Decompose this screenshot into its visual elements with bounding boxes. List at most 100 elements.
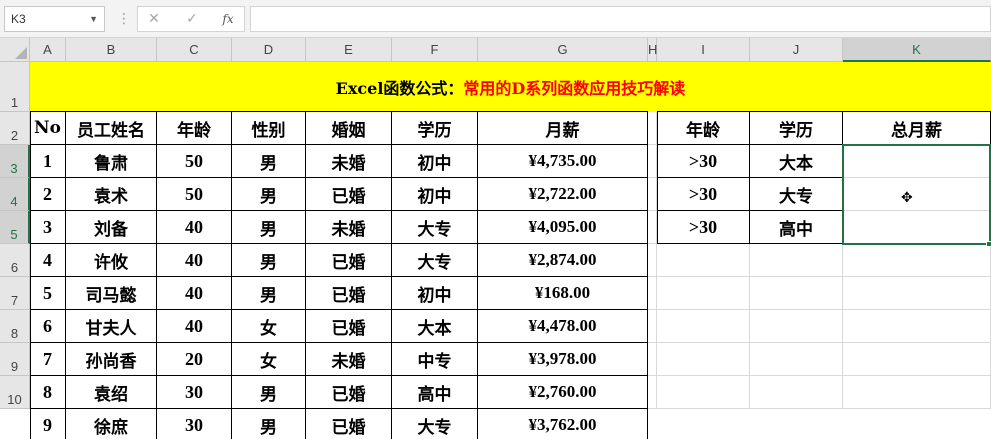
table-cell[interactable]: 女 (232, 343, 306, 376)
fill-handle[interactable] (986, 241, 991, 247)
table-cell[interactable]: ¥4,735.00 (478, 145, 648, 178)
table-cell[interactable]: 8 (30, 376, 66, 409)
table-cell[interactable]: 鲁肃 (66, 145, 157, 178)
row-header-7[interactable]: 7 (0, 277, 30, 310)
table-cell[interactable]: 40 (157, 211, 232, 244)
table-cell[interactable]: 20 (157, 343, 232, 376)
table-cell[interactable]: 30 (157, 409, 232, 439)
grid-cell[interactable] (648, 343, 657, 376)
grid-cell[interactable] (843, 343, 991, 376)
table-cell[interactable]: 9 (30, 409, 66, 439)
table-cell[interactable]: 30 (157, 376, 232, 409)
table-cell[interactable]: 50 (157, 145, 232, 178)
table-cell[interactable]: 高中 (392, 376, 478, 409)
table-header-cell[interactable]: 性别 (232, 112, 306, 145)
table-cell[interactable]: 女 (232, 310, 306, 343)
row-header-2[interactable]: 2 (0, 112, 30, 145)
table-cell[interactable]: 已婚 (306, 376, 392, 409)
table-cell[interactable]: 7 (30, 343, 66, 376)
grid-cell[interactable] (648, 376, 657, 409)
table-cell[interactable]: 已婚 (306, 178, 392, 211)
table-cell[interactable]: 初中 (392, 178, 478, 211)
grid-cell[interactable] (843, 376, 991, 409)
column-header-b[interactable]: B (66, 38, 157, 62)
table-cell[interactable]: 男 (232, 211, 306, 244)
row-header-5[interactable]: 5 (0, 211, 30, 244)
table-cell[interactable]: 已婚 (306, 277, 392, 310)
table-cell[interactable]: 未婚 (306, 211, 392, 244)
table-cell[interactable]: 司马懿 (66, 277, 157, 310)
criteria-cell[interactable]: 大专 (750, 178, 843, 211)
criteria-header-cell[interactable]: 年龄 (657, 112, 750, 145)
table-header-cell[interactable]: 学历 (392, 112, 478, 145)
table-cell[interactable]: 5 (30, 277, 66, 310)
table-cell[interactable]: 40 (157, 244, 232, 277)
table-cell[interactable]: 中专 (392, 343, 478, 376)
table-cell[interactable]: ¥3,978.00 (478, 343, 648, 376)
name-box[interactable]: K3 ▼ (4, 6, 105, 32)
column-header-c[interactable]: C (157, 38, 232, 62)
table-cell[interactable]: 袁术 (66, 178, 157, 211)
table-cell[interactable]: ¥4,095.00 (478, 211, 648, 244)
grid-cell[interactable] (750, 376, 843, 409)
table-header-cell[interactable]: 员工姓名 (66, 112, 157, 145)
table-cell[interactable]: 男 (232, 178, 306, 211)
table-header-cell[interactable]: No (30, 112, 66, 145)
column-header-k[interactable]: K (843, 38, 991, 62)
column-header-f[interactable]: F (392, 38, 478, 62)
table-header-cell[interactable]: 年龄 (157, 112, 232, 145)
table-cell[interactable]: 2 (30, 178, 66, 211)
table-cell[interactable]: 1 (30, 145, 66, 178)
table-cell[interactable]: 孙尚香 (66, 343, 157, 376)
table-cell[interactable]: 4 (30, 244, 66, 277)
table-cell[interactable]: 大专 (392, 409, 478, 439)
grid-cell[interactable] (648, 211, 657, 244)
grid-cell[interactable] (843, 310, 991, 343)
table-cell[interactable]: ¥2,760.00 (478, 376, 648, 409)
table-cell[interactable]: 40 (157, 310, 232, 343)
table-cell[interactable]: 大本 (392, 310, 478, 343)
table-cell[interactable]: 3 (30, 211, 66, 244)
table-cell[interactable]: 男 (232, 409, 306, 439)
table-cell[interactable]: 已婚 (306, 244, 392, 277)
chevron-down-icon[interactable]: ▼ (89, 7, 98, 31)
table-cell[interactable]: ¥2,874.00 (478, 244, 648, 277)
grid-cell[interactable] (843, 244, 991, 277)
table-cell[interactable]: 40 (157, 277, 232, 310)
row-header-6[interactable]: 6 (0, 244, 30, 277)
table-cell[interactable]: 50 (157, 178, 232, 211)
grid-cell[interactable] (657, 376, 750, 409)
table-cell[interactable]: 刘备 (66, 211, 157, 244)
grid-cell[interactable] (657, 343, 750, 376)
table-cell[interactable]: 徐庶 (66, 409, 157, 439)
column-header-i[interactable]: I (657, 38, 750, 62)
table-header-cell[interactable]: 月薪 (478, 112, 648, 145)
row-header-9[interactable]: 9 (0, 343, 30, 376)
column-header-d[interactable]: D (232, 38, 306, 62)
column-header-h[interactable]: H (648, 38, 657, 62)
criteria-cell[interactable]: 高中 (750, 211, 843, 244)
selected-range[interactable] (842, 144, 991, 245)
grid-cell[interactable] (843, 277, 991, 310)
table-cell[interactable]: 大专 (392, 211, 478, 244)
table-cell[interactable]: 男 (232, 277, 306, 310)
grid-cell[interactable] (657, 310, 750, 343)
criteria-cell[interactable]: >30 (657, 145, 750, 178)
sheet-title[interactable]: Excel函数公式： 常用的D系列函数应用技巧解读 (30, 62, 991, 112)
grid-cell[interactable] (750, 277, 843, 310)
grid-cell[interactable] (648, 310, 657, 343)
grid-cell[interactable] (648, 244, 657, 277)
formula-input[interactable] (250, 6, 991, 32)
column-header-a[interactable]: A (30, 38, 66, 62)
table-cell[interactable]: 初中 (392, 145, 478, 178)
table-cell[interactable]: ¥3,762.00 (478, 409, 648, 439)
grid-cell[interactable] (657, 244, 750, 277)
row-header-10[interactable]: 10 (0, 376, 30, 409)
criteria-header-cell[interactable]: 总月薪 (843, 112, 991, 145)
row-header-8[interactable]: 8 (0, 310, 30, 343)
table-cell[interactable]: 男 (232, 244, 306, 277)
table-cell[interactable]: ¥4,478.00 (478, 310, 648, 343)
table-cell[interactable]: 男 (232, 145, 306, 178)
table-cell[interactable]: 男 (232, 376, 306, 409)
grid-cell[interactable] (750, 244, 843, 277)
